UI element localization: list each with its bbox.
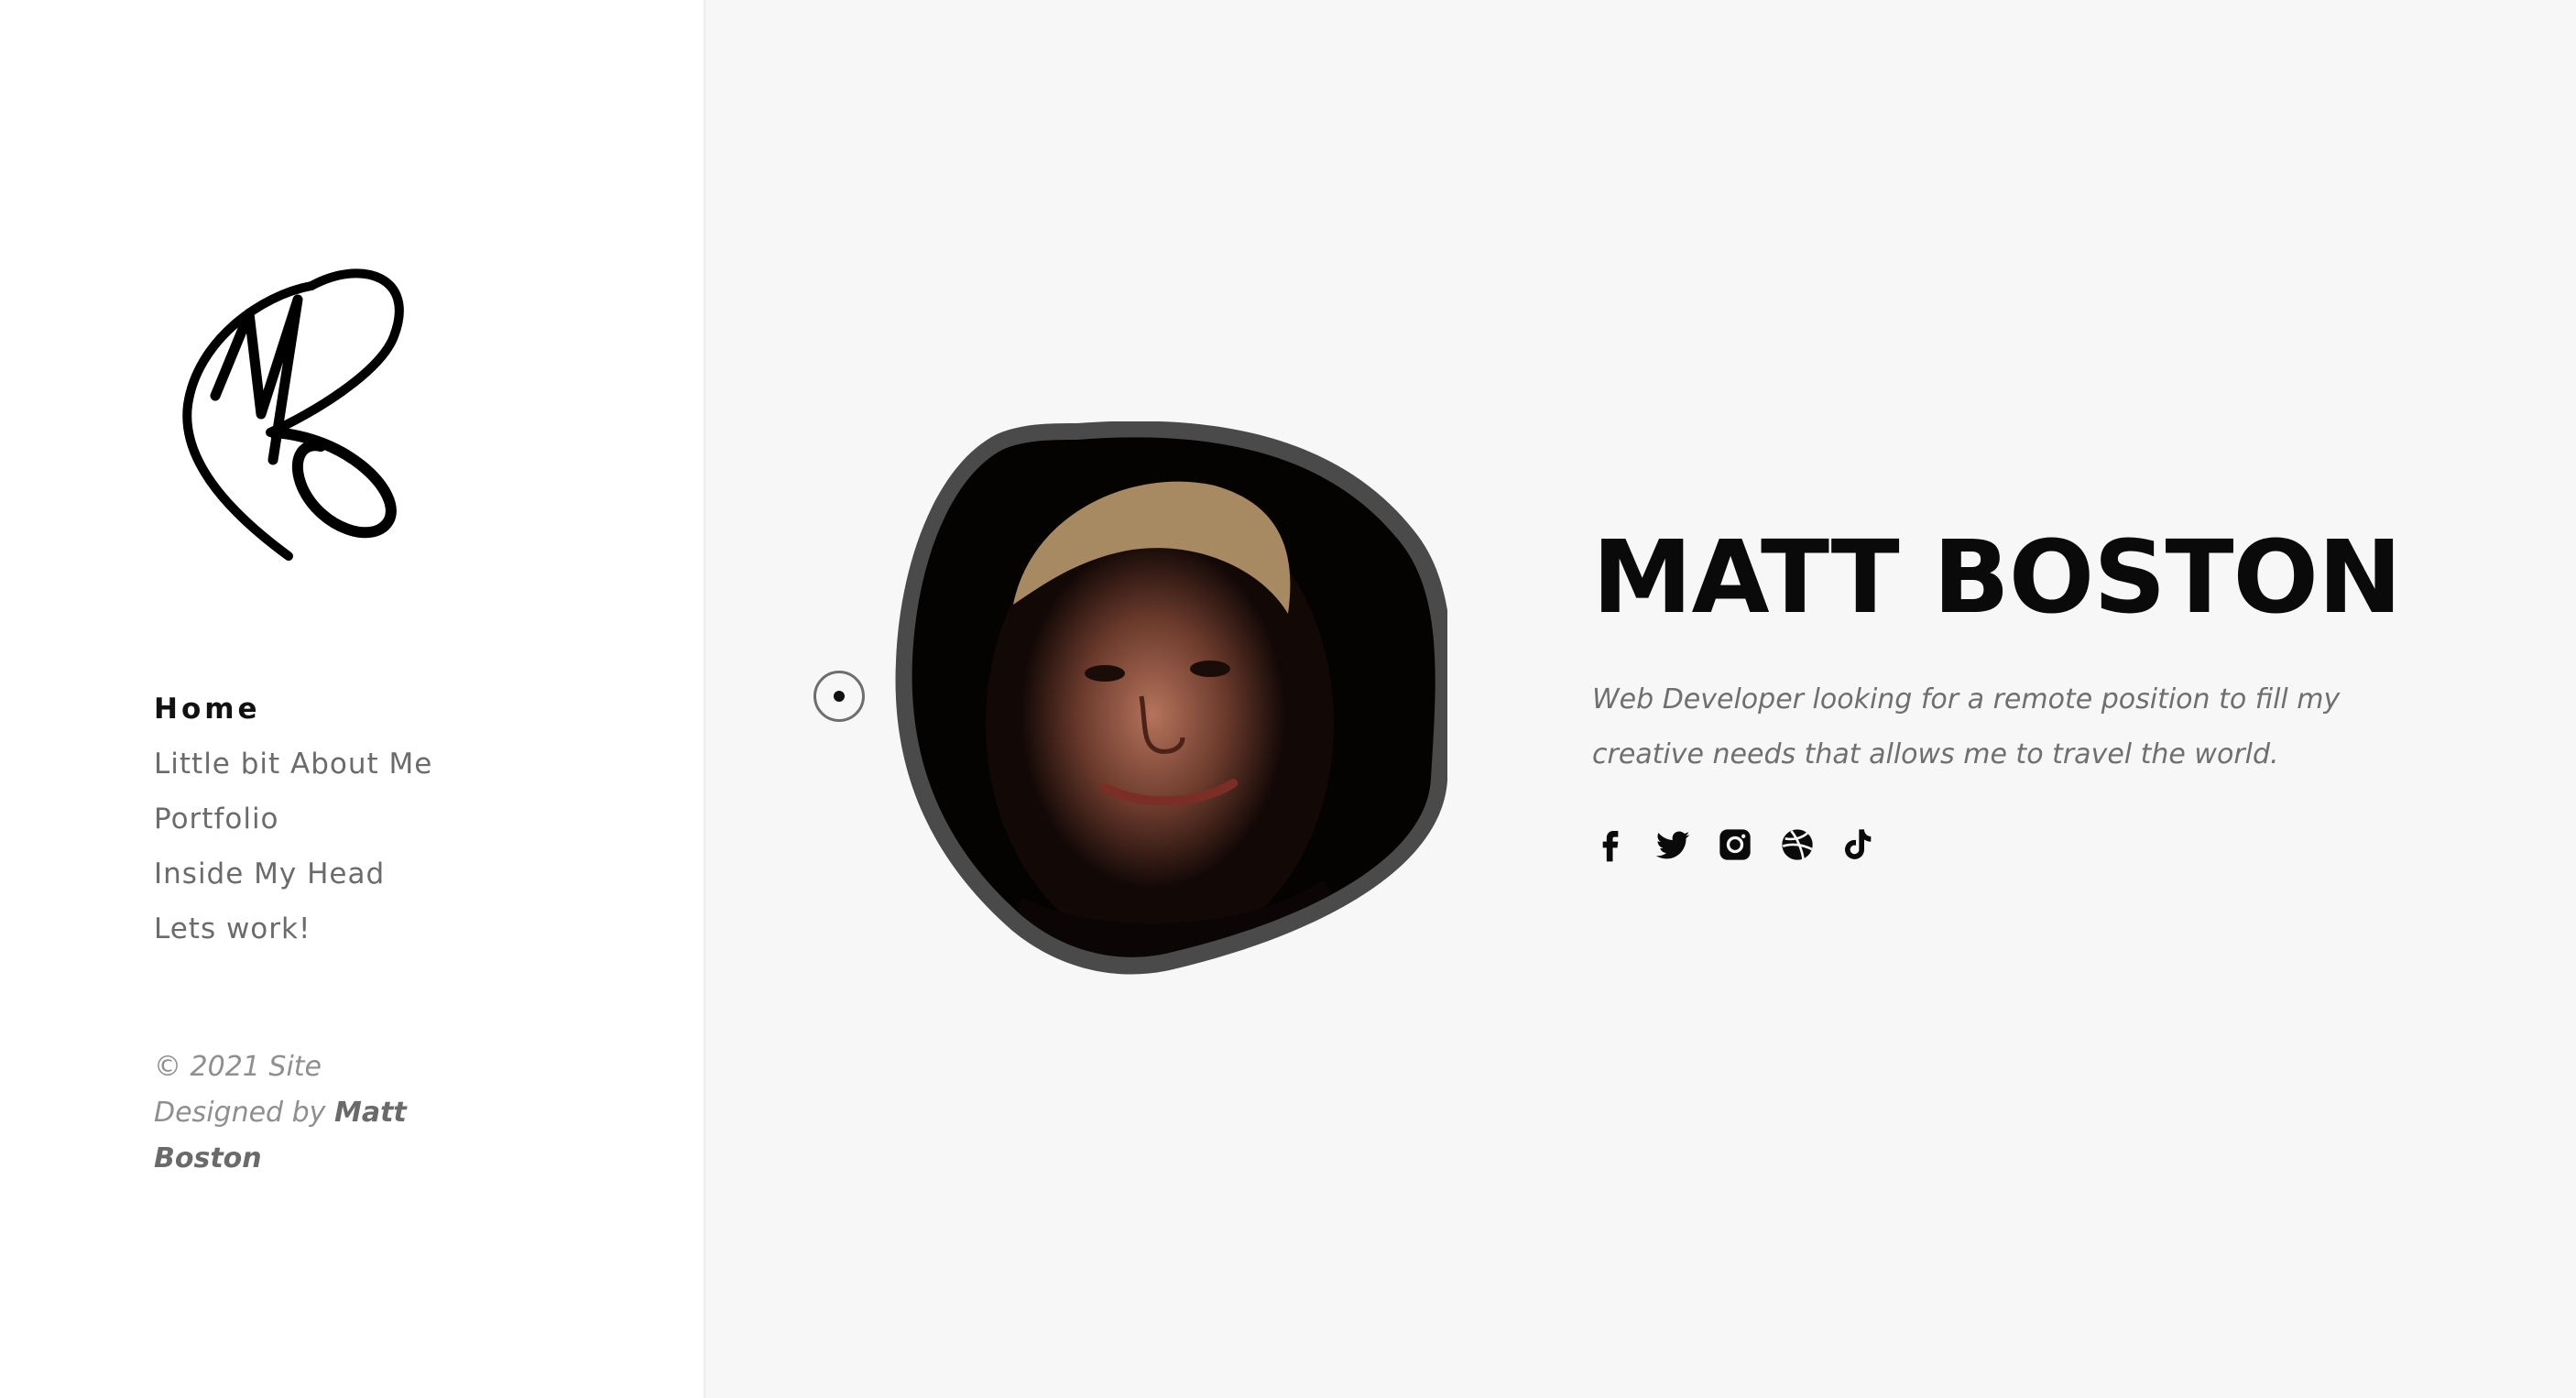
tiktok-icon[interactable] xyxy=(1841,826,1878,863)
hero-name: MATT BOSTON xyxy=(1592,519,2402,636)
cursor-dot xyxy=(834,691,845,702)
designed-by-label: Designed by xyxy=(154,1097,326,1129)
credit-text: Designed by Matt Boston xyxy=(154,1090,456,1182)
sidebar: Home Little bit About Me Portfolio Insid… xyxy=(0,0,705,1398)
dribbble-icon[interactable] xyxy=(1779,826,1816,863)
main-nav: Home Little bit About Me Portfolio Insid… xyxy=(154,682,432,956)
profile-photo xyxy=(895,421,1447,975)
main-content: MATT BOSTON Web Developer looking for a … xyxy=(705,0,2576,1398)
twitter-icon[interactable] xyxy=(1654,826,1691,863)
sidebar-footer: © 2021 Site Designed by Matt Boston xyxy=(154,1044,456,1182)
nav-item-home[interactable]: Home xyxy=(154,682,432,737)
hero-section: MATT BOSTON Web Developer looking for a … xyxy=(1592,513,2508,863)
mb-signature-logo-icon[interactable] xyxy=(174,258,412,561)
copyright-text: © 2021 Site xyxy=(154,1051,322,1083)
instagram-icon[interactable] xyxy=(1717,826,1753,863)
nav-item-inside-my-head[interactable]: Inside My Head xyxy=(154,846,432,901)
facebook-icon[interactable] xyxy=(1592,826,1629,863)
nav-item-portfolio[interactable]: Portfolio xyxy=(154,792,432,846)
hero-tagline: Web Developer looking for a remote posit… xyxy=(1592,683,2341,770)
nav-item-about[interactable]: Little bit About Me xyxy=(154,737,432,792)
nav-item-lets-work[interactable]: Lets work! xyxy=(154,901,432,956)
social-links xyxy=(1592,826,2508,863)
custom-cursor-icon xyxy=(813,671,865,722)
